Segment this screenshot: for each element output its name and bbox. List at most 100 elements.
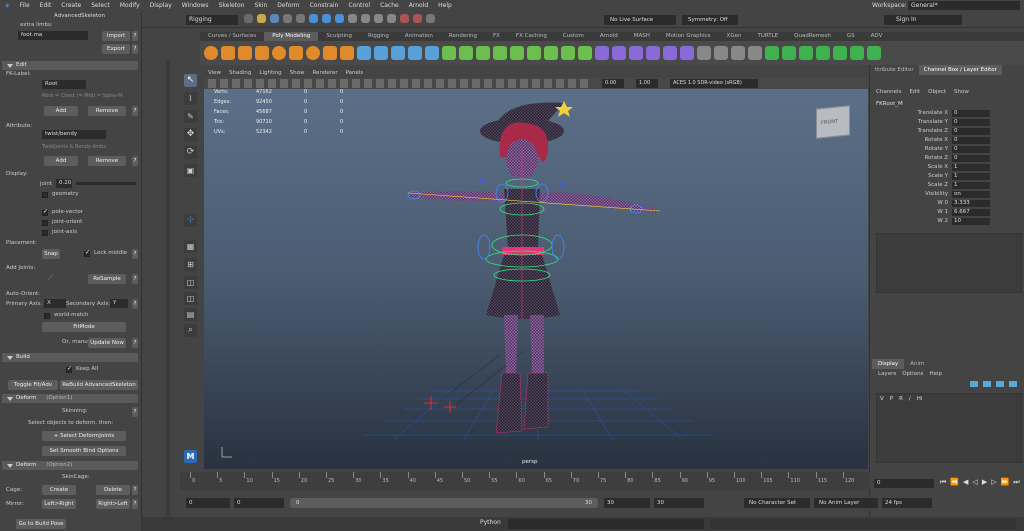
axis-icon[interactable]: ⊹ <box>184 214 197 227</box>
layout-b-icon[interactable]: ◫ <box>184 292 197 305</box>
adv-select-icon[interactable] <box>833 46 847 60</box>
joint-orient-checkbox[interactable] <box>42 220 48 226</box>
exposure-field[interactable]: 0.00 <box>602 79 624 88</box>
step-back-key-icon[interactable]: ⏪ <box>950 478 959 487</box>
left-panel-scrollbar[interactable] <box>166 60 170 530</box>
tab-attribute-editor[interactable]: ttribute Editor <box>870 65 919 75</box>
shelf-tab-adv[interactable]: ADV <box>863 32 891 41</box>
layer-row[interactable]: V P R / Hi <box>880 396 922 402</box>
world-match-checkbox[interactable] <box>44 313 50 319</box>
symmetry-select[interactable]: Symmetry: Off <box>682 15 738 25</box>
select-component-icon[interactable] <box>335 14 344 23</box>
poly-torus-icon[interactable] <box>272 46 286 60</box>
adv-mirror-icon[interactable] <box>816 46 830 60</box>
command-language-label[interactable]: Python <box>480 519 501 526</box>
go-to-start-icon[interactable]: ⏮ <box>940 478 946 487</box>
boolean-icon[interactable] <box>408 46 422 60</box>
mirror-left-right-button[interactable]: Left>Right <box>42 499 76 509</box>
unfold-icon[interactable] <box>663 46 677 60</box>
paint-select-icon[interactable]: ✎ <box>184 110 197 123</box>
channel-row[interactable]: W 0 3.333 <box>876 200 990 208</box>
export-help-button[interactable]: ? <box>132 44 138 54</box>
svg-icon[interactable] <box>340 46 354 60</box>
layer-tab-display[interactable]: Display <box>872 359 905 369</box>
layout-uv-icon[interactable] <box>680 46 694 60</box>
adv-rig-icon[interactable] <box>765 46 779 60</box>
shelf-tab-custom[interactable]: Custom <box>555 32 592 41</box>
fps-select[interactable]: 24 fps <box>882 498 932 508</box>
channel-value[interactable]: 0 <box>952 155 990 162</box>
character-model[interactable] <box>204 89 868 469</box>
viewport-menu-shading[interactable]: Shading <box>225 69 255 78</box>
channel-value[interactable]: 0 <box>952 119 990 126</box>
smooth-icon[interactable] <box>391 46 405 60</box>
viewport-menu-renderer[interactable]: Renderer <box>308 69 341 78</box>
layer-tab-anim[interactable]: Anim <box>904 359 930 369</box>
edge-loop-icon[interactable] <box>544 46 558 60</box>
section-deform-2[interactable]: Deform (Option2) <box>2 461 138 470</box>
fill-hole-icon[interactable] <box>493 46 507 60</box>
channel-row[interactable]: Scale Y 1 <box>876 173 990 181</box>
select-tool-icon[interactable]: ↖ <box>184 74 197 87</box>
poly-disc-icon[interactable] <box>306 46 320 60</box>
color-space-select[interactable]: ACES 1.0 SDR-video (sRGB) <box>670 79 758 88</box>
smooth-bind-options-button[interactable]: Set Smooth Bind Options <box>42 446 126 456</box>
menu-windows[interactable]: Windows <box>177 2 214 9</box>
viewport-menu-lighting[interactable]: Lighting <box>255 69 285 78</box>
channel-value[interactable]: 0 <box>952 128 990 135</box>
joint-axis-checkbox[interactable] <box>42 230 48 236</box>
multi-cut-icon[interactable] <box>510 46 524 60</box>
channel-row[interactable]: Translate Y 0 <box>876 119 990 127</box>
menu-display[interactable]: Display <box>145 2 177 9</box>
range-start2-field[interactable]: 0 <box>234 498 284 508</box>
zoom-icon[interactable]: ⌕ <box>184 324 197 337</box>
lasso-tool-icon[interactable]: ⌇ <box>184 92 197 105</box>
shelf-tab-sculpting[interactable]: Sculpting <box>318 32 360 41</box>
range-end-field[interactable]: 30 <box>604 498 650 508</box>
attr-add-button[interactable]: Add <box>44 156 78 166</box>
menu-cache[interactable]: Cache <box>375 2 404 9</box>
cb-menu-object[interactable]: Object <box>928 89 946 95</box>
menu-control[interactable]: Control <box>343 2 375 9</box>
poly-cone-icon[interactable] <box>255 46 269 60</box>
shelf-tab-gs[interactable]: GS <box>839 32 863 41</box>
channel-value[interactable]: 10 <box>952 218 990 225</box>
orient-help-button[interactable]: ? <box>132 299 138 309</box>
adv-build-icon[interactable] <box>782 46 796 60</box>
cage-create-button[interactable]: Create <box>42 485 76 495</box>
update-now-button[interactable]: Update Now <box>88 338 126 348</box>
new-layer-selected-icon[interactable] <box>1009 381 1017 387</box>
cut-uv-icon[interactable] <box>646 46 660 60</box>
shelf-tab-quadremesh[interactable]: QuadRemesh <box>786 32 839 41</box>
menu-deform[interactable]: Deform <box>272 2 304 9</box>
import-help-button[interactable]: ? <box>132 31 138 41</box>
layer-menu-options[interactable]: Options <box>902 371 923 377</box>
soft-select-icon[interactable] <box>697 46 711 60</box>
viewport-toolbar-icons[interactable] <box>208 79 588 88</box>
section-deform-1[interactable]: Deform (Option1) <box>2 394 138 403</box>
render-settings-icon[interactable] <box>426 14 435 23</box>
channel-row[interactable]: Rotate X 0 <box>876 137 990 145</box>
channel-value[interactable]: 6.667 <box>952 209 990 216</box>
channel-value[interactable]: 0 <box>952 110 990 117</box>
mirror-icon[interactable] <box>425 46 439 60</box>
m-badge-icon[interactable]: M <box>184 450 197 463</box>
four-view-icon[interactable]: ⊞ <box>184 258 197 271</box>
export-button[interactable]: Export <box>102 44 130 54</box>
twist-bendy-select[interactable]: twist/bendy <box>42 130 106 139</box>
save-scene-icon[interactable] <box>270 14 279 23</box>
anim-layer-select[interactable]: No Anim Layer <box>814 498 878 508</box>
select-hierarchy-icon[interactable] <box>309 14 318 23</box>
adv-biped-icon[interactable] <box>850 46 864 60</box>
placement-help-button[interactable]: ? <box>132 249 138 259</box>
section-edit[interactable]: Edit <box>2 61 138 70</box>
character-set-select[interactable]: No Character Set <box>744 498 810 508</box>
attr-help-button[interactable]: ? <box>132 156 138 166</box>
move-tool-icon[interactable]: ✥ <box>184 128 197 141</box>
fk-remove-button[interactable]: Remove <box>88 106 126 116</box>
viewport-menu-panels[interactable]: Panels <box>342 69 368 78</box>
perspective-viewport[interactable]: Verts: Edges: Faces: Tris: UVs: 47162 92… <box>204 89 868 469</box>
channel-row[interactable]: Rotate Z 0 <box>876 155 990 163</box>
auto-map-icon[interactable] <box>629 46 643 60</box>
menu-file[interactable]: File <box>15 2 35 9</box>
